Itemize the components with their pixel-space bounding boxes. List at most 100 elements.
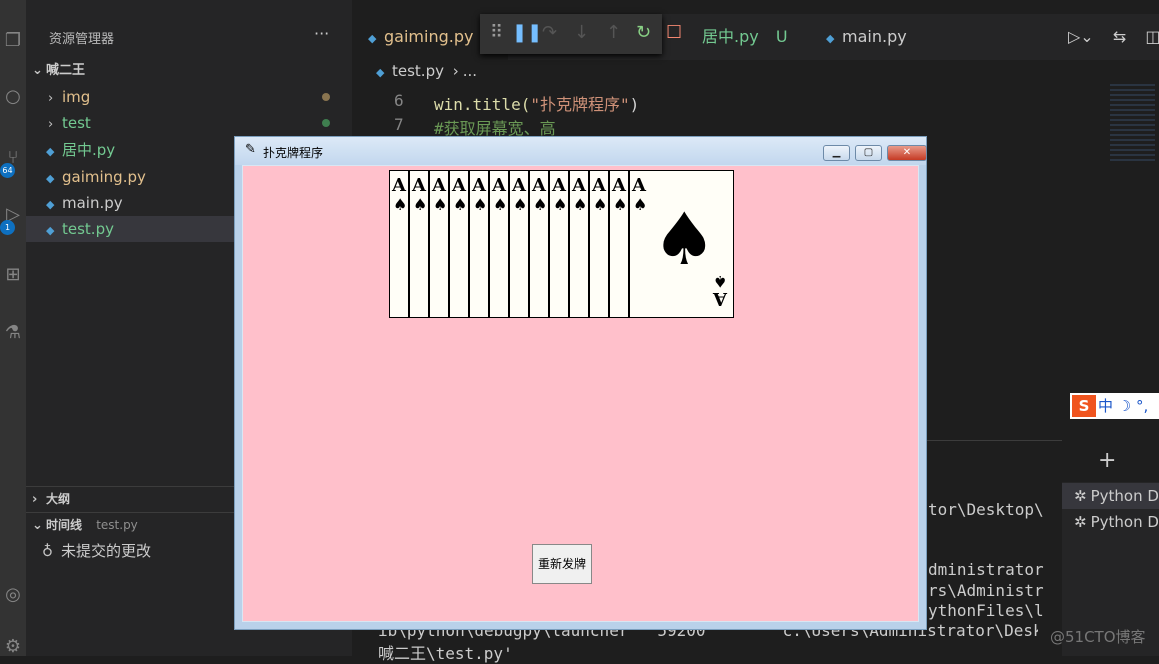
playing-card: A ♠: [569, 170, 589, 318]
split-editor-icon[interactable]: ◫: [1145, 27, 1159, 46]
testing-icon[interactable]: ⚗: [0, 320, 26, 346]
tree-item-label: 居中.py: [62, 141, 116, 159]
large-spade-icon: ♠: [652, 197, 717, 281]
card-rank: A: [392, 175, 406, 196]
code-call: win.title(: [434, 95, 531, 114]
terminal-list-item[interactable]: ✲ Python D: [1062, 509, 1159, 535]
card-rank: A: [492, 175, 506, 196]
editor-actions: ▷⌄ ⇆ ◫: [1052, 14, 1159, 60]
spade-icon: ♠: [493, 195, 508, 214]
card-rank: A: [472, 175, 486, 196]
playing-card: A ♠: [409, 170, 429, 318]
root-folder-label: 喊二王: [46, 63, 86, 78]
extensions-icon[interactable]: ⊞: [0, 262, 26, 288]
more-actions-icon[interactable]: ···: [314, 24, 329, 43]
folder-root[interactable]: ⌄ 喊二王: [26, 58, 352, 84]
breadcrumb-file[interactable]: test.py: [392, 62, 444, 80]
terminal-item-label: Python D: [1090, 487, 1159, 505]
tree-item-label: test: [62, 114, 91, 132]
card-canvas[interactable]: A ♠ A ♠ A ♠ A ♠ A ♠ A ♠ A ♠ A ♠ A ♠ A ♠ A ♠ A ♠ A ♠ ♠ ♠ A 重新发牌: [242, 165, 919, 622]
run-icon[interactable]: ▷⌄: [1068, 27, 1094, 46]
new-terminal-button[interactable]: +: [1098, 448, 1116, 473]
playing-card: A ♠: [489, 170, 509, 318]
python-file-icon: ◆: [368, 32, 377, 45]
editor-tabs: ◆gaiming.py M 居中.py U ◆main.py ▷⌄ ⇆ ◫: [352, 14, 1159, 60]
redeal-button[interactable]: 重新发牌: [532, 544, 592, 584]
card-rank: A: [412, 175, 426, 196]
spade-icon: ♠: [593, 195, 608, 214]
step-out-icon[interactable]: ↑: [606, 22, 621, 43]
playing-card: A ♠: [589, 170, 609, 318]
tree-item-img[interactable]: › img: [26, 84, 352, 110]
pause-icon[interactable]: ❚❚: [512, 22, 542, 43]
search-icon[interactable]: ○: [0, 84, 26, 110]
restart-icon[interactable]: ↻: [636, 22, 651, 43]
tab-main[interactable]: ◆ main.py: [810, 14, 966, 60]
ace-of-spades-card: A ♠ ♠ ♠ A: [629, 170, 734, 318]
sogou-logo-icon: S: [1072, 395, 1096, 417]
chevron-right-icon: ›: [48, 117, 54, 132]
terminal-line: ythonFiles\l: [928, 601, 1044, 620]
chevron-right-icon: ›: [32, 492, 38, 507]
step-into-icon[interactable]: ↓: [574, 22, 589, 43]
commit-icon: ♁: [42, 542, 53, 560]
terminal-line: tor\Desktop\: [928, 500, 1044, 519]
untracked-dot: [322, 119, 330, 127]
minimap[interactable]: [1110, 84, 1155, 164]
playing-card: A ♠: [549, 170, 569, 318]
spade-icon: ♠: [513, 195, 528, 214]
python-file-icon: ◆: [46, 224, 55, 237]
ime-toolbar[interactable]: S中 ☽ °,: [1070, 393, 1159, 419]
code-string: "扑克牌程序": [530, 95, 630, 114]
card-rank: A: [632, 175, 646, 196]
tree-item-test[interactable]: › test: [26, 110, 352, 136]
line-number: 7: [394, 115, 404, 134]
tk-window: ✎ 扑克牌程序 ▁ ▢ ✕ A ♠ A ♠ A ♠ A ♠ A ♠ A ♠ A ♠ A ♠ A ♠ A ♠ A ♠ A ♠ A ♠…: [234, 136, 927, 630]
chevron-down-icon: ⌄: [32, 518, 43, 533]
timeline-label: 时间线: [46, 518, 83, 532]
scm-badge: 64: [0, 163, 15, 178]
explorer-icon[interactable]: ❐: [0, 28, 26, 54]
tab-juzhong[interactable]: 居中.py U: [686, 14, 822, 60]
breadcrumb-separator-icon: ›: [452, 62, 459, 80]
terminal-line: rs\Administr: [928, 581, 1044, 600]
settings-gear-icon[interactable]: ⚙: [0, 634, 26, 660]
breadcrumb-rest[interactable]: ...: [463, 62, 477, 80]
playing-card: A ♠: [469, 170, 489, 318]
account-icon[interactable]: ◎: [0, 582, 26, 608]
python-file-icon: ◆: [376, 66, 385, 79]
step-over-icon[interactable]: ↷: [542, 22, 557, 43]
breadcrumb: ◆ test.py ›...: [376, 62, 477, 80]
spade-icon: ♠: [393, 195, 408, 214]
card-rank: A: [552, 175, 566, 196]
playing-card: A ♠: [529, 170, 549, 318]
terminal-line: dministrator: [928, 560, 1044, 579]
debug-icon: ✲: [1074, 487, 1087, 505]
line-number: 6: [394, 91, 404, 110]
chevron-right-icon: ›: [48, 91, 54, 106]
stop-icon[interactable]: ☐: [666, 22, 682, 43]
spade-icon: ♠: [573, 195, 588, 214]
playing-card: A ♠: [429, 170, 449, 318]
terminal-line: 喊二王\test.py': [378, 644, 513, 663]
drag-handle-icon[interactable]: ⠿: [490, 22, 503, 43]
card-rank: A: [432, 175, 446, 196]
activity-bar: ❐ ○ ⑂ 64 ▷ 1 ⊞ ⚗ ◎ ⚙: [0, 0, 26, 657]
terminal-list-item[interactable]: ✲ Python D: [1062, 483, 1159, 509]
run-badge: 1: [0, 220, 15, 235]
python-file-icon: ◆: [46, 198, 55, 211]
outline-label: 大纲: [46, 492, 71, 506]
ime-status: 中 ☽ °,: [1098, 397, 1149, 415]
watermark: @51CTO博客: [1050, 628, 1146, 646]
minimize-button[interactable]: ▁: [823, 145, 850, 161]
tab-label: 居中.py: [702, 27, 759, 46]
maximize-button[interactable]: ▢: [855, 145, 882, 161]
close-button[interactable]: ✕: [887, 145, 927, 161]
playing-card: A ♠: [449, 170, 469, 318]
spade-icon: ♠: [473, 195, 488, 214]
spade-icon: ♠: [533, 195, 548, 214]
card-rank: A: [512, 175, 526, 196]
tk-titlebar[interactable]: ✎ 扑克牌程序 ▁ ▢ ✕: [235, 137, 927, 165]
compare-icon[interactable]: ⇆: [1113, 27, 1126, 46]
code-line[interactable]: win.title("扑克牌程序"): [434, 91, 639, 115]
